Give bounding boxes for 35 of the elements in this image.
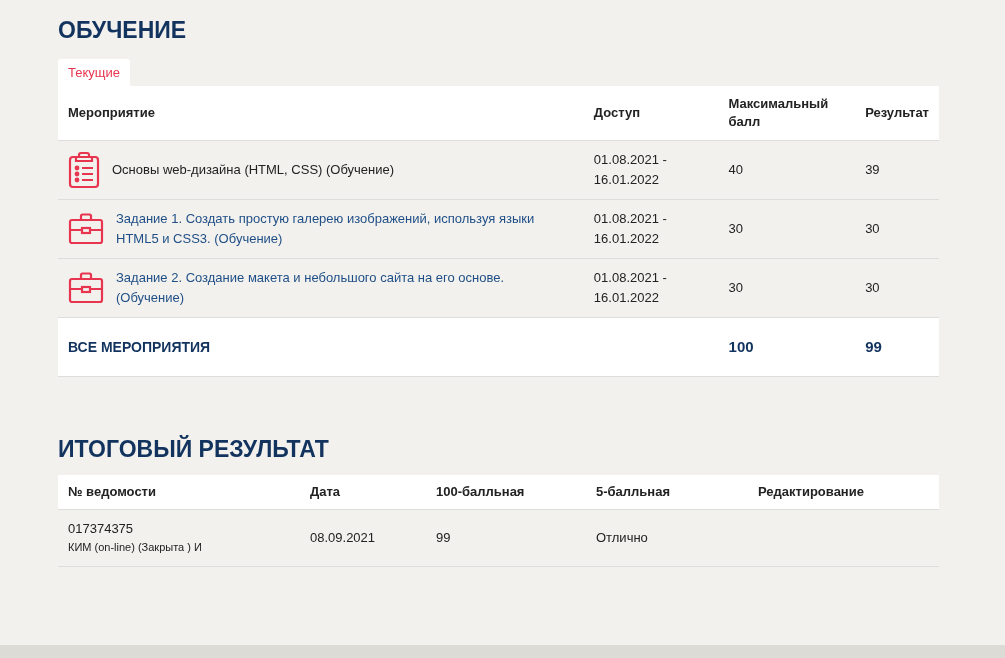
statement-number: 017374375 — [68, 520, 135, 538]
statement-note: КИМ (on-line) (Закрыта ) И — [68, 540, 203, 555]
table-cell: 99 — [426, 509, 586, 567]
table-cell: 99 — [855, 317, 939, 377]
table-cell: 30 — [718, 199, 856, 259]
table-cell: 40 — [718, 140, 856, 200]
table-cell: 30 — [718, 258, 856, 318]
section-title: ОБУЧЕНИЕ — [58, 16, 188, 45]
tab[interactable]: Текущие — [58, 59, 130, 86]
table-cell: 30 — [855, 199, 939, 259]
table-cell: 08.09.2021 — [300, 509, 426, 567]
table-cell: 39 — [855, 140, 939, 200]
column-header: Редактирование — [748, 475, 939, 510]
table-cell: 01.08.2021 - 16.01.2022 — [583, 258, 719, 318]
table-cell: 30 — [855, 258, 939, 318]
table-cell: Отлично — [586, 509, 748, 567]
table-cell: 100 — [718, 317, 856, 377]
column-header: № ведомости — [58, 475, 300, 510]
column-header: Мероприятие — [58, 86, 584, 141]
briefcase-icon — [68, 213, 104, 245]
table-cell: 01.08.2021 - 16.01.2022 — [583, 140, 719, 200]
clipboard-list-icon — [68, 151, 100, 189]
briefcase-icon — [68, 272, 104, 304]
column-header: Максимальный балл — [718, 86, 856, 141]
column-header: 100-балльная — [426, 475, 586, 510]
section-title: ИТОГОВЫЙ РЕЗУЛЬТАТ — [58, 434, 330, 464]
task-link[interactable]: Задание 2. Создание макета и небольшого сайта на его основе. (Обучение) — [116, 268, 566, 308]
table-cell: 01.08.2021 - 16.01.2022 — [583, 199, 719, 259]
column-header: Дата — [300, 475, 426, 510]
course-name: Основы web-дизайна (HTML, CSS) (Обучение) — [112, 161, 395, 179]
column-header: Доступ — [583, 86, 719, 141]
table-cell: ВСЕ МЕРОПРИЯТИЯ — [58, 317, 584, 377]
task-link[interactable]: Задание 1. Создать простую галерею изображений, используя языки HTML5 и CSS3. (Обучение) — [116, 209, 566, 249]
column-header: Результат — [855, 86, 939, 141]
column-header: 5-балльная — [586, 475, 748, 510]
